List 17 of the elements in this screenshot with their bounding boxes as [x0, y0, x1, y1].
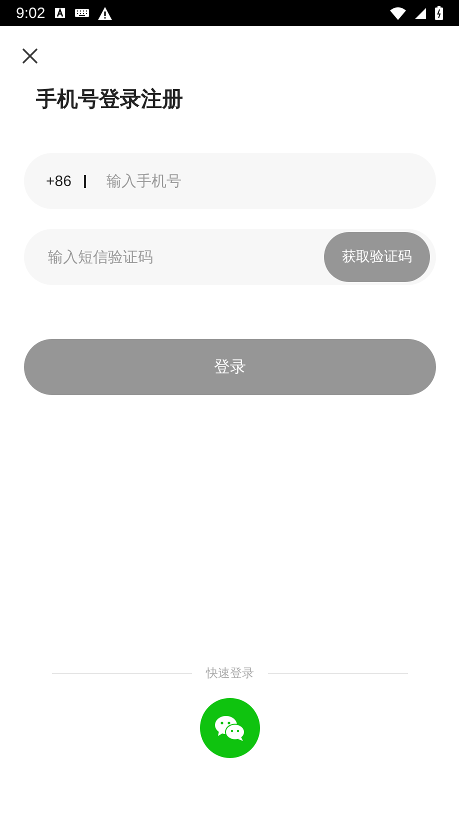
- quick-login-label: 快速登录: [206, 665, 254, 682]
- battery-icon: [435, 6, 443, 20]
- country-code: +86: [46, 172, 72, 190]
- font-app-icon: [54, 7, 66, 19]
- phone-input[interactable]: 输入手机号: [104, 171, 436, 191]
- page-title: 手机号登录注册: [36, 86, 184, 113]
- wifi-icon: [390, 6, 406, 20]
- phone-field[interactable]: +86 输入手机号: [24, 153, 436, 209]
- divider-bar: [84, 174, 86, 188]
- status-time: 9:02: [16, 4, 46, 22]
- warning-icon: [98, 6, 112, 20]
- code-input[interactable]: 输入短信验证码: [46, 247, 324, 267]
- chat-bubbles-icon: [214, 714, 246, 742]
- close-icon: [22, 48, 38, 64]
- close-button[interactable]: [22, 48, 38, 64]
- keyboard-icon: [75, 9, 90, 17]
- signal-icon: [415, 8, 426, 18]
